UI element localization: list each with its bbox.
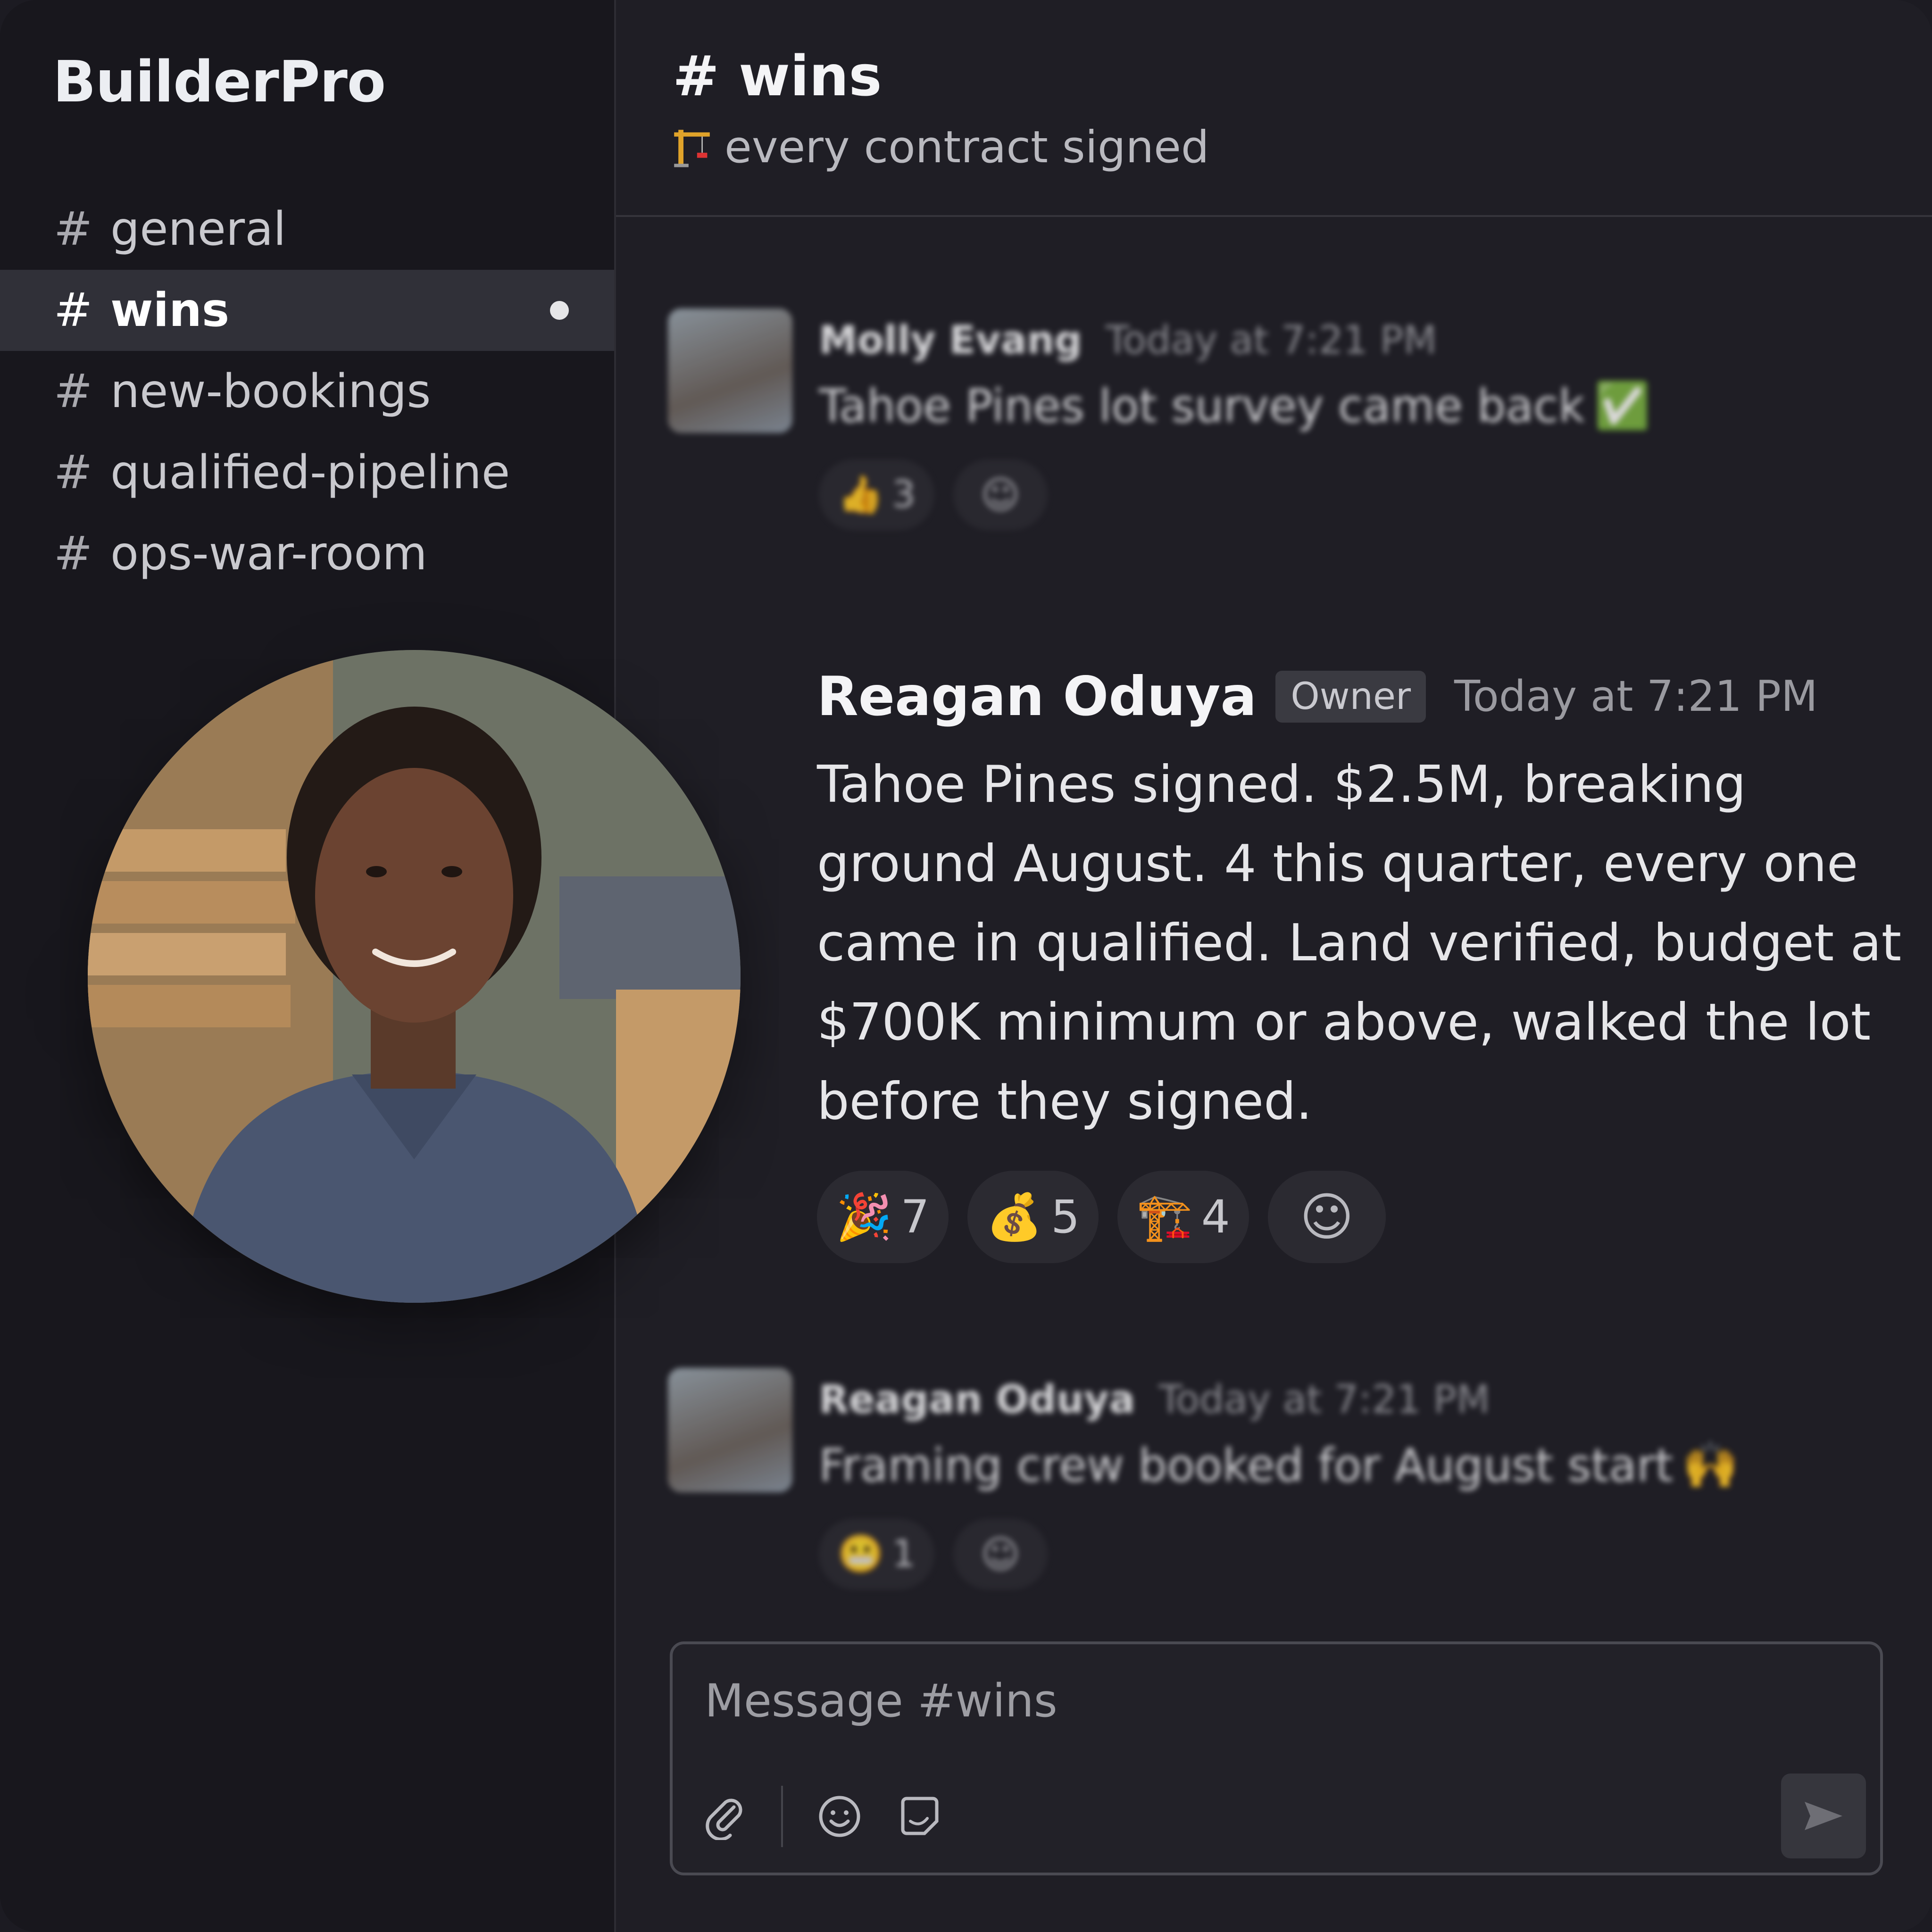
unread-dot: [550, 301, 569, 320]
sidebar-item-qualified-pipeline[interactable]: # qualified-pipeline: [0, 432, 614, 513]
reaction-count: 3: [892, 474, 916, 516]
reaction-grimace[interactable]: 😬 1: [819, 1519, 934, 1590]
add-reaction-button[interactable]: ☺: [953, 1519, 1048, 1590]
send-icon: [1805, 1802, 1842, 1830]
channel-hash: #: [54, 446, 93, 500]
add-emoji-icon: ☺: [981, 473, 1020, 517]
channel-label: wins: [110, 283, 230, 337]
composer-toolbar: [701, 1786, 943, 1847]
party-popper-icon: 🎉: [836, 1190, 892, 1243]
reactions: 👍 3 ☺: [819, 459, 1048, 530]
message-time[interactable]: Today at 7:21 PM: [1454, 672, 1818, 721]
add-emoji-icon: ☺: [981, 1532, 1020, 1576]
message-input[interactable]: Message #wins: [705, 1674, 1058, 1727]
reaction-thumbs-up[interactable]: 👍 3: [819, 459, 934, 530]
reaction-count: 1: [892, 1533, 916, 1575]
message-author[interactable]: Reagan Oduya: [817, 665, 1257, 728]
workspace-name[interactable]: BuilderPro: [53, 50, 386, 115]
sidebar-item-general[interactable]: # general: [0, 189, 614, 270]
toolbar-divider: [781, 1786, 783, 1847]
send-button[interactable]: [1781, 1774, 1866, 1858]
grimace-icon: 😬: [838, 1532, 884, 1575]
role-badge: Owner: [1275, 670, 1426, 723]
reaction-construction-crane[interactable]: 🏗️ 4: [1117, 1171, 1249, 1263]
add-reaction-button[interactable]: ☺: [1267, 1171, 1386, 1263]
reaction-count: 5: [1051, 1191, 1080, 1243]
add-emoji-icon: ☺: [1299, 1187, 1354, 1247]
crane-icon: [674, 129, 710, 167]
raised-hands-icon: 🙌: [1682, 1439, 1739, 1491]
check-mark-icon: ✅: [1594, 379, 1651, 432]
message-text: Tahoe Pines lot survey came back: [819, 379, 1585, 433]
message-1: Molly Evang Today at 7:21 PM Tahoe Pines…: [668, 308, 1847, 554]
channel-topic: every contract signed: [671, 122, 1209, 173]
sidebar-item-wins[interactable]: # wins: [0, 270, 614, 351]
message-text: Framing crew booked for August start: [819, 1439, 1673, 1492]
channel-label: general: [110, 202, 286, 256]
channel-hash: #: [54, 202, 93, 256]
main-pane: # wins every contract signed Molly Evang…: [616, 0, 1932, 1932]
message-author[interactable]: Molly Evang: [819, 318, 1082, 363]
sidebar-item-ops-war-room[interactable]: # ops-war-room: [0, 513, 614, 594]
app-window: BuilderPro # general # wins # new-bookin…: [0, 0, 1932, 1932]
reaction-count: 4: [1201, 1191, 1230, 1243]
channel-list: # general # wins # new-bookings # qualif…: [0, 189, 614, 594]
message-time[interactable]: Today at 7:21 PM: [1106, 318, 1437, 363]
avatar[interactable]: [668, 308, 792, 433]
reaction-count: 7: [900, 1191, 930, 1243]
author-portrait: [88, 650, 741, 1303]
reactions: 😬 1 ☺: [819, 1519, 1048, 1590]
message-composer[interactable]: Message #wins: [670, 1641, 1883, 1875]
paperclip-icon[interactable]: [701, 1793, 748, 1840]
money-bag-icon: 💰: [986, 1190, 1043, 1243]
channel-topic-text: every contract signed: [724, 122, 1209, 173]
reaction-money-bag[interactable]: 💰 5: [967, 1171, 1099, 1263]
message-2: Reagan Oduya Owner Today at 7:21 PM Taho…: [817, 665, 1916, 1274]
channel-label: new-bookings: [110, 365, 431, 418]
reactions: 🎉 7 💰 5 🏗️ 4 ☺: [817, 1171, 1386, 1263]
channel-hash: #: [54, 527, 93, 581]
add-reaction-button[interactable]: ☺: [953, 459, 1048, 530]
construction-crane-icon: 🏗️: [1136, 1190, 1193, 1243]
channel-label: qualified-pipeline: [110, 446, 510, 500]
sidebar-item-new-bookings[interactable]: # new-bookings: [0, 351, 614, 432]
channel-hash: #: [54, 283, 93, 337]
message-author[interactable]: Reagan Oduya: [819, 1377, 1135, 1422]
message-3: Reagan Oduya Today at 7:21 PM Framing cr…: [668, 1368, 1847, 1594]
channel-label: ops-war-room: [110, 527, 427, 581]
thumbs-up-icon: 👍: [838, 473, 884, 516]
reaction-party-popper[interactable]: 🎉 7: [817, 1171, 949, 1263]
message-time[interactable]: Today at 7:21 PM: [1159, 1377, 1490, 1422]
channel-header: # wins every contract signed: [616, 0, 1932, 217]
avatar[interactable]: [668, 1368, 792, 1492]
emoji-icon[interactable]: [816, 1793, 863, 1840]
channel-title[interactable]: # wins: [673, 43, 882, 108]
message-text: Tahoe Pines signed. $2.5M, breaking grou…: [817, 755, 1902, 1131]
channel-hash: #: [54, 365, 93, 418]
sticker-icon[interactable]: [896, 1793, 943, 1840]
